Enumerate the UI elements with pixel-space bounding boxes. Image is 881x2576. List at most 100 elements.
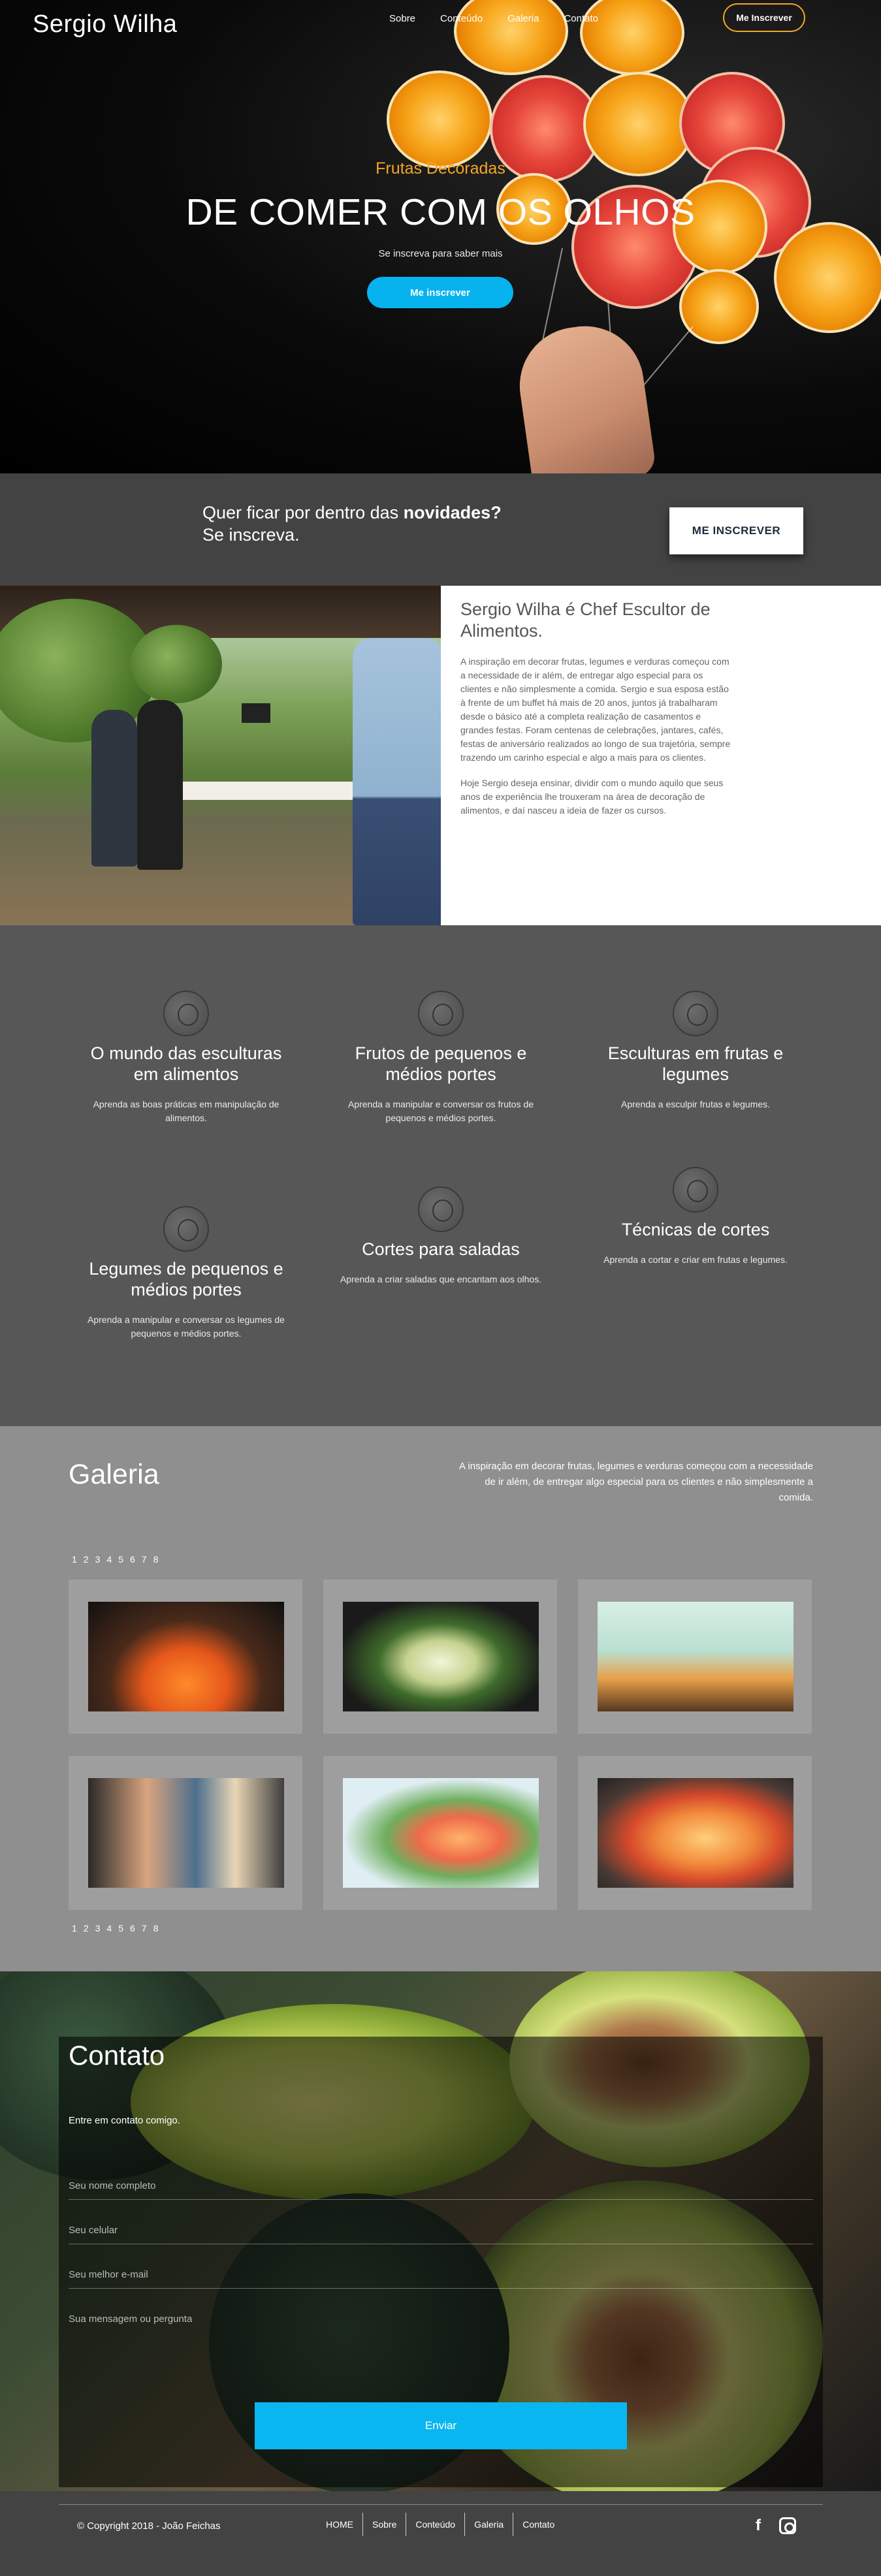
nav-item-galeria[interactable]: Galeria [507,13,539,24]
skill-card: Técnicas de cortes Aprenda a cortar e cr… [588,1167,803,1267]
page-link[interactable]: 1 [72,1923,77,1933]
about-text-block: Sergio Wilha é Chef Escultor de Alimento… [441,586,881,925]
copyright-text: © Copyright 2018 - João Feichas [77,2520,221,2532]
page-link[interactable]: 8 [153,1554,159,1565]
page-link[interactable]: 4 [106,1923,112,1933]
page-link[interactable]: 4 [106,1554,112,1565]
balloon-string [642,326,694,387]
hero-title: DE COMER COM OS OLHOS [185,191,696,233]
about-paragraph-1: A inspiração em decorar frutas, legumes … [460,656,731,763]
gallery-card[interactable] [69,1580,302,1734]
tree-shape [131,625,222,703]
email-field[interactable]: Seu melhor e-mail [69,2263,813,2289]
footer-link-conteudo[interactable]: Conteúdo [406,2513,464,2536]
gallery-card[interactable] [578,1580,812,1734]
footer-divider [59,2504,823,2505]
skill-title: O mundo das esculturas em alimentos [90,1043,282,1084]
skill-description: Aprenda a cortar e criar em frutas e leg… [603,1254,788,1265]
melon-icon [673,991,718,1036]
content-section: O mundo das esculturas em alimentos Apre… [0,925,881,1426]
contact-section: Contato Entre em contato comigo. Seu nom… [0,1971,881,2491]
top-navbar: Sergio Wilha Sobre Conteúdo Galeria Cont… [0,0,881,39]
page-link[interactable]: 8 [153,1923,159,1933]
nav-item-contato[interactable]: Contato [564,13,598,24]
gallery-card[interactable] [323,1756,557,1910]
contact-intro: Entre em contato comigo. [69,2115,180,2126]
skill-title: Técnicas de cortes [621,1220,770,1239]
message-field[interactable]: Sua mensagem ou pergunta [69,2307,813,2333]
instagram-icon[interactable] [779,2517,796,2534]
hero-description: Se inscreva para saber mais [378,248,503,259]
orange-slice-image [387,71,492,168]
newsletter-line1: Quer ficar por dentro das [202,503,404,522]
send-button[interactable]: Enviar [255,2402,627,2449]
avocado-icon [163,991,209,1036]
gallery-pagination-top: 1 2 3 4 5 6 7 8 [72,1554,158,1565]
gallery-image[interactable] [88,1602,284,1711]
hand-image [512,318,657,473]
hero-subtitle: Frutas Decoradas [376,159,505,178]
footer-link-contato[interactable]: Contato [513,2513,564,2536]
name-field[interactable]: Seu nome completo [69,2174,813,2200]
nav-item-conteudo[interactable]: Conteúdo [440,13,483,24]
subscribe-header-button[interactable]: Me Inscrever [723,3,805,32]
pineapple-icon [673,1167,718,1213]
hero-subscribe-button[interactable]: Me inscrever [367,277,513,308]
skill-title: Cortes para saladas [362,1239,520,1259]
page-link[interactable]: 6 [130,1554,135,1565]
gallery-image[interactable] [598,1602,793,1711]
footer-nav: HOME Sobre Conteúdo Galeria Contato [317,2513,564,2536]
tomato-icon [163,1206,209,1252]
page-link[interactable]: 6 [130,1923,135,1933]
contact-title: Contato [69,2040,165,2071]
orange-slice-image [774,222,881,333]
about-paragraph-2: Hoje Sergio deseja ensinar, dividir com … [460,778,724,816]
gallery-image[interactable] [343,1778,539,1888]
skill-description: Aprenda a manipular e conversar os fruto… [347,1099,534,1123]
page-link[interactable]: 5 [118,1923,123,1933]
page-link[interactable]: 2 [84,1923,89,1933]
newsletter-highlight: novidades? [403,503,502,522]
page-link[interactable]: 1 [72,1554,77,1565]
nav-item-sobre[interactable]: Sobre [389,13,415,24]
skill-card: Legumes de pequenos e médios portes Apre… [78,1206,294,1341]
newsletter-subscribe-button[interactable]: ME INSCREVER [669,507,803,554]
fruits-icon [418,991,464,1036]
newsletter-line2: Se inscreva. [202,525,300,545]
about-section: Sergio Wilha é Chef Escultor de Alimento… [0,586,881,925]
site-logo[interactable]: Sergio Wilha [33,10,177,39]
footer-link-sobre[interactable]: Sobre [362,2513,406,2536]
page-link[interactable]: 3 [95,1554,101,1565]
footer-link-galeria[interactable]: Galeria [464,2513,513,2536]
facebook-icon[interactable]: f [750,2517,767,2534]
skill-card: O mundo das esculturas em alimentos Apre… [78,991,294,1125]
gallery-card[interactable] [69,1756,302,1910]
skill-title: Esculturas em frutas e legumes [607,1043,784,1084]
gallery-title: Galeria [69,1459,159,1490]
skill-title: Legumes de pequenos e médios portes [89,1259,283,1299]
gallery-card[interactable] [578,1756,812,1910]
skill-description: Aprenda a esculpir frutas e legumes. [620,1099,770,1109]
page-link[interactable]: 5 [118,1554,123,1565]
orange-slice-image [679,269,759,344]
site-footer: © Copyright 2018 - João Feichas HOME Sob… [0,2491,881,2576]
main-menu: Sobre Conteúdo Galeria Contato [389,13,598,24]
gallery-image[interactable] [598,1778,793,1888]
skill-description: Aprenda as boas práticas em manipulação … [93,1099,280,1123]
page-link[interactable]: 7 [142,1923,147,1933]
gallery-image[interactable] [343,1602,539,1711]
skill-card: Frutos de pequenos e médios portes Apren… [333,991,549,1125]
page-link[interactable]: 2 [84,1554,89,1565]
page-link[interactable]: 7 [142,1554,147,1565]
contact-form-panel: Contato Entre em contato comigo. Seu nom… [59,2037,823,2487]
person-shape [137,700,183,870]
page-link[interactable]: 3 [95,1923,101,1933]
gallery-card[interactable] [323,1580,557,1734]
about-title: Sergio Wilha é Chef Escultor de Alimento… [460,599,711,641]
tripod-screen [242,703,270,723]
gallery-image[interactable] [88,1778,284,1888]
footer-link-home[interactable]: HOME [317,2513,362,2536]
skill-card: Cortes para saladas Aprenda a criar sala… [333,1186,549,1286]
phone-field[interactable]: Seu celular [69,2218,813,2244]
person-shape [91,710,137,867]
